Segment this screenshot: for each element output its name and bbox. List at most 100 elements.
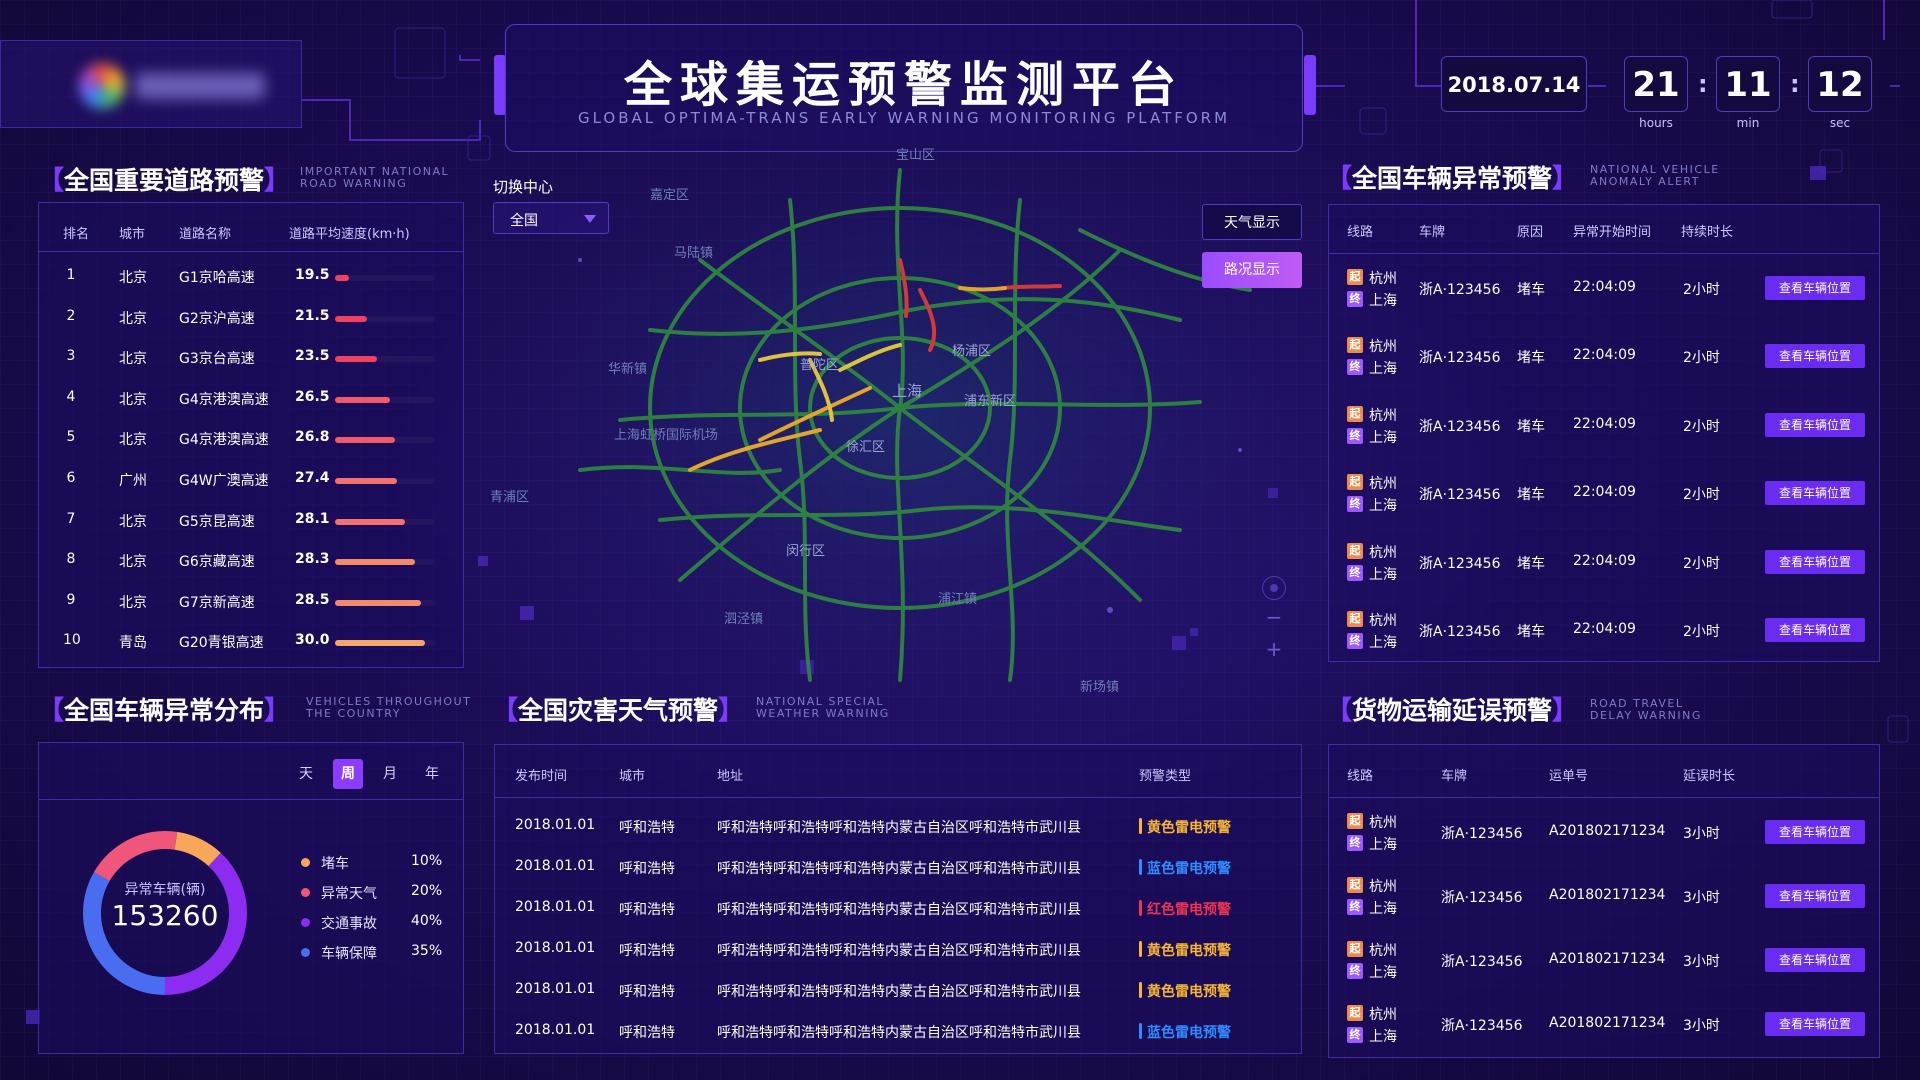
legend-item: 车辆保障 35% bbox=[301, 943, 451, 963]
speed-bar-fill bbox=[335, 599, 421, 606]
plate-cell: 浙A·123456 bbox=[1419, 487, 1501, 504]
center-select[interactable]: 全国 bbox=[493, 202, 609, 234]
locate-icon[interactable] bbox=[1262, 576, 1286, 600]
date-cell: 2018.01.01 bbox=[515, 899, 596, 915]
clock-seconds: 12 bbox=[1808, 56, 1872, 112]
switch-center-label: 切换中心 bbox=[493, 178, 554, 196]
view-location-button[interactable]: 查看车辆位置 bbox=[1765, 344, 1865, 369]
route-from: 杭州 bbox=[1369, 1007, 1397, 1023]
vehicle-anomaly-panel: 线路 车牌 原因 异常开始时间 持续时长 起杭州终上海 浙A·123456 堵车 22… bbox=[1328, 204, 1880, 662]
bracket-left: 【 bbox=[492, 696, 519, 726]
rank-cell: 7 bbox=[66, 510, 76, 527]
city-cell: 呼和浩特 bbox=[619, 984, 675, 1000]
distribution-panel: 天周月年 异常车辆(辆) 153260 堵车 10% 异常天气 20% 交通事故 40% 车… bbox=[38, 742, 464, 1054]
table-row: 7 北京 G5京昆高速 28.1 bbox=[39, 501, 461, 541]
delay-subtitle-line2: DELAY WARNING bbox=[1590, 709, 1702, 722]
donut-center-value: 153260 bbox=[111, 899, 219, 932]
view-location-button[interactable]: 查看车辆位置 bbox=[1765, 276, 1865, 300]
zoom-out-icon[interactable]: − bbox=[1262, 606, 1286, 630]
city-cell: 北京 bbox=[119, 513, 147, 530]
view-location-button[interactable]: 查看车辆位置 bbox=[1765, 820, 1865, 844]
city-cell: 呼和浩特 bbox=[619, 943, 675, 959]
time-cell: 22:04:09 bbox=[1573, 621, 1636, 637]
table-row: 2018.01.01 呼和浩特 呼和浩特呼和浩特呼和浩特内蒙古自治区呼和浩特市武川县… bbox=[495, 928, 1303, 968]
speed-cell: 28.3 bbox=[295, 551, 330, 568]
logo bbox=[0, 40, 302, 128]
chevron-down-icon bbox=[584, 215, 596, 223]
road-cell: G7京新高速 bbox=[179, 594, 255, 611]
vehicle-anomaly-header: 【全国车辆异常预警】 bbox=[1326, 158, 1578, 195]
donut-slice-1 bbox=[94, 831, 178, 881]
view-location-button[interactable]: 查看车辆位置 bbox=[1765, 1012, 1865, 1036]
warning-type-badge: 黄色雷电预警 bbox=[1139, 940, 1231, 960]
view-location-button[interactable]: 查看车辆位置 bbox=[1765, 618, 1865, 642]
reason-cell: 堵车 bbox=[1517, 487, 1545, 504]
view-location-button[interactable]: 查看车辆位置 bbox=[1765, 884, 1865, 908]
road-cell: G2京沪高速 bbox=[179, 310, 255, 327]
period-tab-0[interactable]: 天 bbox=[291, 759, 321, 789]
delay-title: 货物运输延误预警 bbox=[1352, 696, 1553, 725]
table-row: 5 北京 G4京港澳高速 26.8 bbox=[39, 419, 461, 459]
address-cell: 呼和浩特呼和浩特呼和浩特内蒙古自治区呼和浩特市武川县 bbox=[717, 820, 1081, 836]
duration-cell: 3小时 bbox=[1683, 1018, 1720, 1034]
duration-cell: 2小时 bbox=[1683, 624, 1720, 640]
route-to: 上海 bbox=[1369, 1029, 1397, 1045]
date-cell: 2018.01.01 bbox=[515, 940, 596, 956]
map-label: 新场镇 bbox=[1080, 680, 1120, 695]
bracket-left: 【 bbox=[38, 696, 65, 726]
plate-cell: 浙A·123456 bbox=[1419, 418, 1501, 435]
title-wing-right bbox=[1304, 55, 1316, 115]
col-address: 地址 bbox=[717, 769, 744, 784]
speed-cell: 26.5 bbox=[295, 388, 330, 405]
end-tag: 终 bbox=[1347, 633, 1363, 649]
bracket-left: 【 bbox=[38, 166, 65, 196]
duration-cell: 2小时 bbox=[1683, 418, 1720, 435]
period-tab-3[interactable]: 年 bbox=[417, 759, 447, 789]
traffic-display-button[interactable]: 路况显示 bbox=[1202, 252, 1302, 288]
weather-header: 【全国灾害天气预警】 bbox=[492, 690, 744, 727]
legend-value: 10% bbox=[411, 853, 443, 869]
zoom-in-icon[interactable]: + bbox=[1262, 638, 1286, 662]
view-location-button[interactable]: 查看车辆位置 bbox=[1765, 412, 1865, 437]
legend-value: 35% bbox=[411, 943, 443, 959]
divider bbox=[39, 799, 463, 800]
speed-bar-fill bbox=[335, 518, 405, 525]
table-row: 起杭州终上海 浙A·123456 A201802171234 3小时 查看车辆位置 bbox=[1329, 799, 1867, 867]
rank-cell: 3 bbox=[66, 348, 76, 365]
speed-bar-fill bbox=[335, 437, 395, 444]
view-location-button[interactable]: 查看车辆位置 bbox=[1765, 549, 1865, 574]
end-tag: 终 bbox=[1347, 899, 1363, 915]
view-location-button[interactable]: 查看车辆位置 bbox=[1765, 948, 1865, 972]
period-tab-1[interactable]: 周 bbox=[333, 759, 363, 789]
speed-bar-fill bbox=[335, 396, 390, 403]
weather-display-button[interactable]: 天气显示 bbox=[1202, 204, 1302, 240]
table-row: 9 北京 G7京新高速 28.5 bbox=[39, 582, 461, 622]
start-tag: 起 bbox=[1347, 941, 1363, 957]
waybill-cell: A201802171234 bbox=[1549, 1015, 1666, 1031]
road-cell: G6京藏高速 bbox=[179, 554, 255, 571]
speed-cell: 27.4 bbox=[295, 470, 330, 486]
route-from: 杭州 bbox=[1369, 271, 1397, 287]
table-row: 2018.01.01 呼和浩特 呼和浩特呼和浩特呼和浩特内蒙古自治区呼和浩特市武川县… bbox=[495, 846, 1303, 886]
donut-legend: 堵车 10% 异常天气 20% 交通事故 40% 车辆保障 35% bbox=[301, 853, 451, 983]
col-reason: 原因 bbox=[1517, 225, 1544, 240]
page-subtitle: GLOBAL OPTIMA-TRANS EARLY WARNING MONITO… bbox=[577, 109, 1231, 127]
page-title: 全球集运预警监测平台 bbox=[623, 57, 1184, 113]
time-cell: 22:04:09 bbox=[1573, 415, 1636, 432]
end-tag: 终 bbox=[1347, 1027, 1363, 1043]
legend-dot bbox=[301, 918, 310, 927]
speed-cell: 26.8 bbox=[295, 429, 330, 446]
speed-bar-fill bbox=[335, 559, 415, 566]
speed-bar-fill bbox=[335, 275, 349, 281]
view-location-button[interactable]: 查看车辆位置 bbox=[1765, 481, 1865, 506]
start-tag: 起 bbox=[1347, 474, 1363, 491]
period-tab-2[interactable]: 月 bbox=[375, 759, 405, 789]
weather-subtitle-line2: WEATHER WARNING bbox=[756, 707, 890, 720]
bracket-right: 】 bbox=[264, 166, 291, 196]
col-start-time: 异常开始时间 bbox=[1573, 225, 1652, 240]
map-label: 闵行区 bbox=[786, 544, 826, 559]
road-cell: G5京昆高速 bbox=[179, 513, 255, 530]
col-city: 城市 bbox=[119, 227, 146, 242]
route-from: 杭州 bbox=[1369, 815, 1397, 831]
city-cell: 北京 bbox=[119, 432, 147, 449]
